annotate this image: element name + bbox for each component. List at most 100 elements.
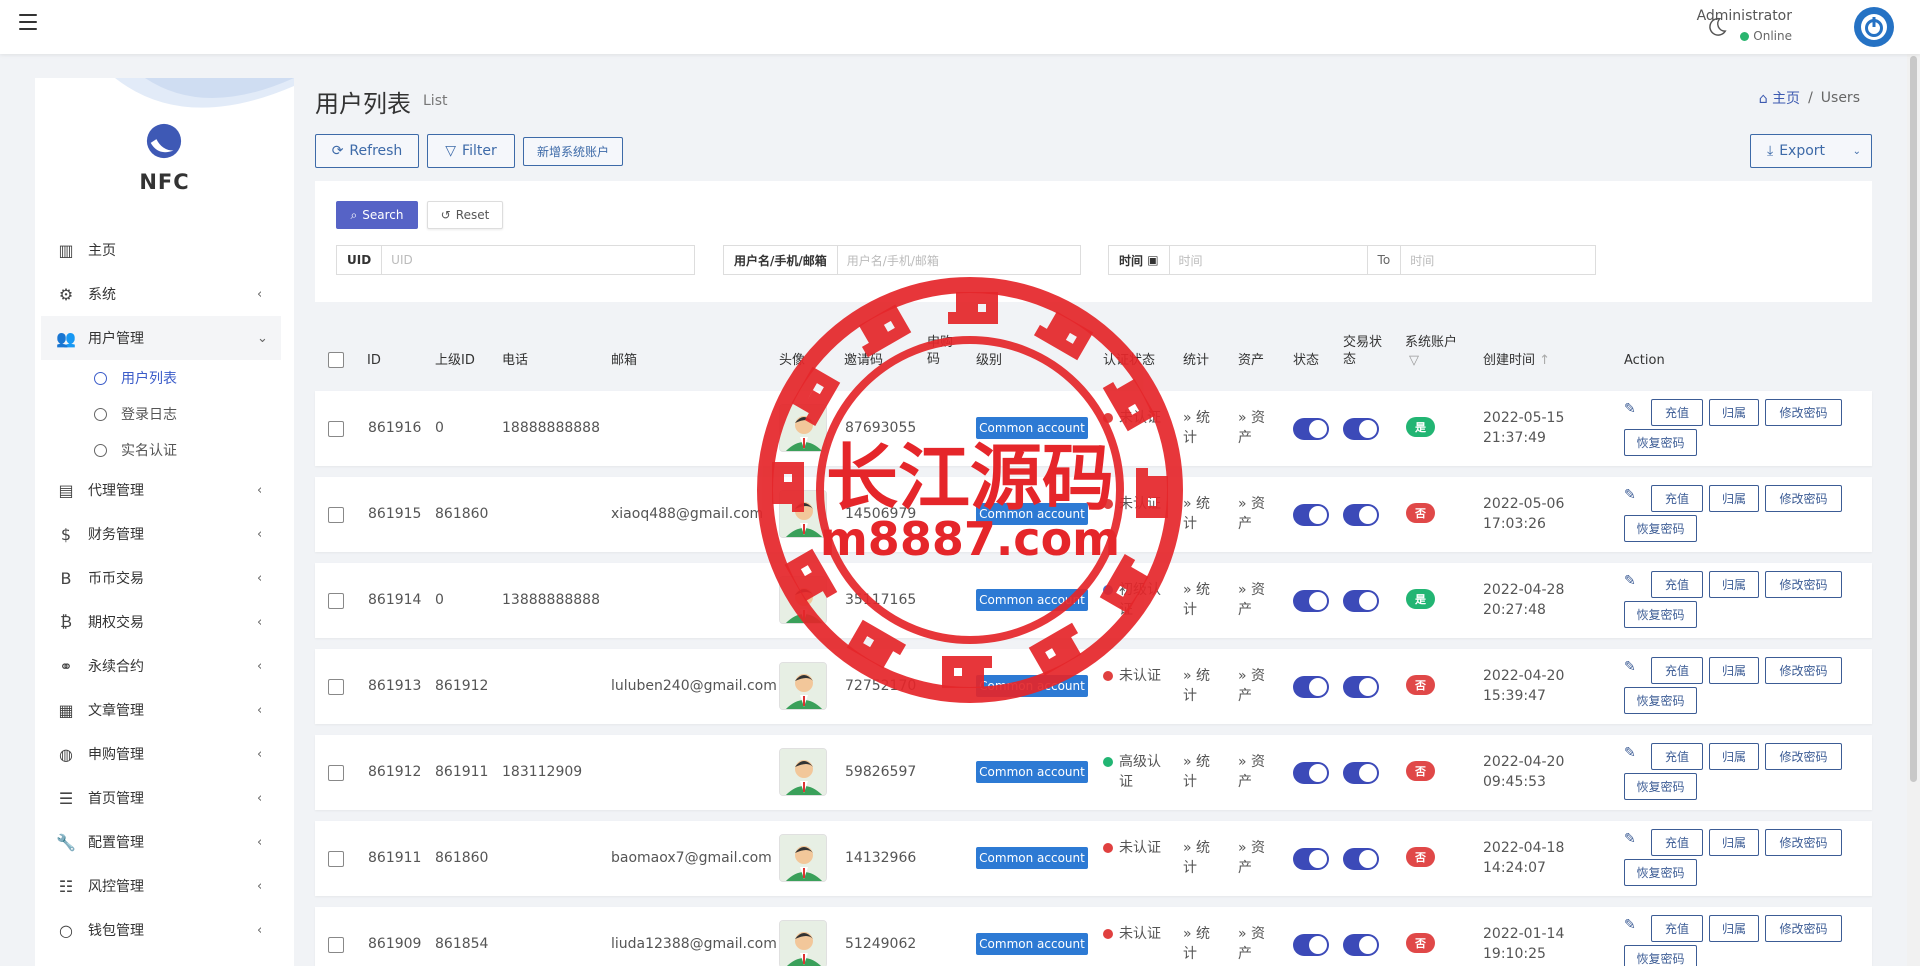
change-password-button[interactable]: 修改密码 xyxy=(1765,571,1842,598)
belong-button[interactable]: 归属 xyxy=(1709,571,1759,598)
status-toggle[interactable] xyxy=(1293,934,1329,956)
reset-password-button[interactable]: 恢复密码 xyxy=(1624,429,1697,456)
admin-name[interactable]: Administrator xyxy=(1697,8,1792,24)
trade-status-toggle[interactable] xyxy=(1343,934,1379,956)
change-password-button[interactable]: 修改密码 xyxy=(1765,829,1842,856)
belong-button[interactable]: 归属 xyxy=(1709,743,1759,770)
sidebar-item-10[interactable]: ☰ 首页管理 ‹ xyxy=(41,776,281,820)
sidebar-item-2[interactable]: 👥 用户管理 ⌄ xyxy=(41,316,281,360)
stats-link[interactable]: » 统计 xyxy=(1183,838,1223,878)
refresh-button[interactable]: ⟳ Refresh xyxy=(315,134,419,168)
reset-password-button[interactable]: 恢复密码 xyxy=(1624,601,1697,628)
reset-password-button[interactable]: 恢复密码 xyxy=(1624,687,1697,714)
sidebar-item-3[interactable]: ▤ 代理管理 ‹ xyxy=(41,468,281,512)
edit-icon[interactable]: ✎ xyxy=(1624,743,1636,763)
change-password-button[interactable]: 修改密码 xyxy=(1765,915,1842,942)
edit-icon[interactable]: ✎ xyxy=(1624,657,1636,677)
sidebar-item-5[interactable]: B 币币交易 ‹ xyxy=(41,556,281,600)
status-toggle[interactable] xyxy=(1293,848,1329,870)
recharge-button[interactable]: 充值 xyxy=(1651,571,1703,598)
recharge-button[interactable]: 充值 xyxy=(1651,829,1703,856)
col-id[interactable]: ID xyxy=(367,352,381,369)
belong-button[interactable]: 归属 xyxy=(1709,657,1759,684)
trade-status-toggle[interactable] xyxy=(1343,676,1379,698)
recharge-button[interactable]: 充值 xyxy=(1651,915,1703,942)
trade-status-toggle[interactable] xyxy=(1343,418,1379,440)
trade-status-toggle[interactable] xyxy=(1343,590,1379,612)
stats-link[interactable]: » 统计 xyxy=(1183,666,1223,706)
sidebar-item-7[interactable]: ⚭ 永续合约 ‹ xyxy=(41,644,281,688)
sidebar-item-11[interactable]: 🔧 配置管理 ‹ xyxy=(41,820,281,864)
sidebar-item-9[interactable]: ◍ 申购管理 ‹ xyxy=(41,732,281,776)
row-checkbox[interactable] xyxy=(328,851,344,867)
trade-status-toggle[interactable] xyxy=(1343,504,1379,526)
sidebar-item-8[interactable]: ▦ 文章管理 ‹ xyxy=(41,688,281,732)
row-checkbox[interactable] xyxy=(328,507,344,523)
stats-link[interactable]: » 统计 xyxy=(1183,494,1223,534)
sidebar-subitem-0[interactable]: 用户列表 xyxy=(41,360,281,396)
scrollbar-thumb[interactable] xyxy=(1910,56,1917,782)
assets-link[interactable]: » 资产 xyxy=(1238,752,1278,792)
edit-icon[interactable]: ✎ xyxy=(1624,915,1636,935)
change-password-button[interactable]: 修改密码 xyxy=(1765,743,1842,770)
trade-status-toggle[interactable] xyxy=(1343,848,1379,870)
edit-icon[interactable]: ✎ xyxy=(1624,571,1636,591)
assets-link[interactable]: » 资产 xyxy=(1238,580,1278,620)
time-start-input[interactable]: 时间 xyxy=(1170,246,1368,274)
export-button[interactable]: ⤓ Export ⌄ xyxy=(1750,134,1872,168)
change-password-button[interactable]: 修改密码 xyxy=(1765,399,1842,426)
belong-button[interactable]: 归属 xyxy=(1709,915,1759,942)
sidebar-subitem-2[interactable]: 实名认证 xyxy=(41,432,281,468)
edit-icon[interactable]: ✎ xyxy=(1624,485,1636,505)
assets-link[interactable]: » 资产 xyxy=(1238,924,1278,964)
sidebar-item-0[interactable]: ▥ 主页 xyxy=(41,228,281,272)
sidebar-item-4[interactable]: $ 财务管理 ‹ xyxy=(41,512,281,556)
stats-link[interactable]: » 统计 xyxy=(1183,580,1223,620)
select-all-checkbox[interactable] xyxy=(328,352,344,368)
sidebar-item-12[interactable]: ☷ 风控管理 ‹ xyxy=(41,864,281,908)
menu-toggle-icon[interactable] xyxy=(19,14,37,30)
edit-icon[interactable]: ✎ xyxy=(1624,399,1636,419)
reset-button[interactable]: ↺ Reset xyxy=(427,201,503,229)
row-checkbox[interactable] xyxy=(328,679,344,695)
uid-input[interactable]: UID xyxy=(382,246,694,274)
search-button[interactable]: ⌕ Search xyxy=(336,201,418,229)
assets-link[interactable]: » 资产 xyxy=(1238,838,1278,878)
recharge-button[interactable]: 充值 xyxy=(1651,743,1703,770)
stats-link[interactable]: » 统计 xyxy=(1183,408,1223,448)
change-password-button[interactable]: 修改密码 xyxy=(1765,657,1842,684)
stats-link[interactable]: » 统计 xyxy=(1183,924,1223,964)
status-toggle[interactable] xyxy=(1293,590,1329,612)
time-end-input[interactable]: 时间 xyxy=(1401,246,1595,274)
admin-avatar[interactable] xyxy=(1854,7,1894,47)
stats-link[interactable]: » 统计 xyxy=(1183,752,1223,792)
row-checkbox[interactable] xyxy=(328,421,344,437)
row-checkbox[interactable] xyxy=(328,593,344,609)
filter-button[interactable]: ▽ Filter xyxy=(427,134,515,168)
assets-link[interactable]: » 资产 xyxy=(1238,408,1278,448)
sidebar-item-13[interactable]: ○ 钱包管理 ‹ xyxy=(41,908,281,952)
recharge-button[interactable]: 充值 xyxy=(1651,485,1703,512)
filter-icon[interactable]: ▽ xyxy=(1409,352,1419,369)
breadcrumb-home[interactable]: ⌂ 主页 xyxy=(1759,88,1800,108)
status-toggle[interactable] xyxy=(1293,418,1329,440)
status-toggle[interactable] xyxy=(1293,676,1329,698)
edit-icon[interactable]: ✎ xyxy=(1624,829,1636,849)
status-toggle[interactable] xyxy=(1293,762,1329,784)
add-system-account-button[interactable]: 新增系统账户 xyxy=(523,137,623,166)
change-password-button[interactable]: 修改密码 xyxy=(1765,485,1842,512)
belong-button[interactable]: 归属 xyxy=(1709,399,1759,426)
sidebar-subitem-1[interactable]: 登录日志 xyxy=(41,396,281,432)
row-checkbox[interactable] xyxy=(328,937,344,953)
reset-password-button[interactable]: 恢复密码 xyxy=(1624,515,1697,542)
recharge-button[interactable]: 充值 xyxy=(1651,399,1703,426)
belong-button[interactable]: 归属 xyxy=(1709,829,1759,856)
reset-password-button[interactable]: 恢复密码 xyxy=(1624,859,1697,886)
row-checkbox[interactable] xyxy=(328,765,344,781)
col-created-time[interactable]: 创建时间 ↑ xyxy=(1483,352,1550,369)
user-input[interactable]: 用户名/手机/邮箱 xyxy=(838,246,1080,274)
belong-button[interactable]: 归属 xyxy=(1709,485,1759,512)
sidebar-item-6[interactable]: ₿ 期权交易 ‹ xyxy=(41,600,281,644)
reset-password-button[interactable]: 恢复密码 xyxy=(1624,773,1697,800)
page-scrollbar[interactable] xyxy=(1907,54,1920,966)
